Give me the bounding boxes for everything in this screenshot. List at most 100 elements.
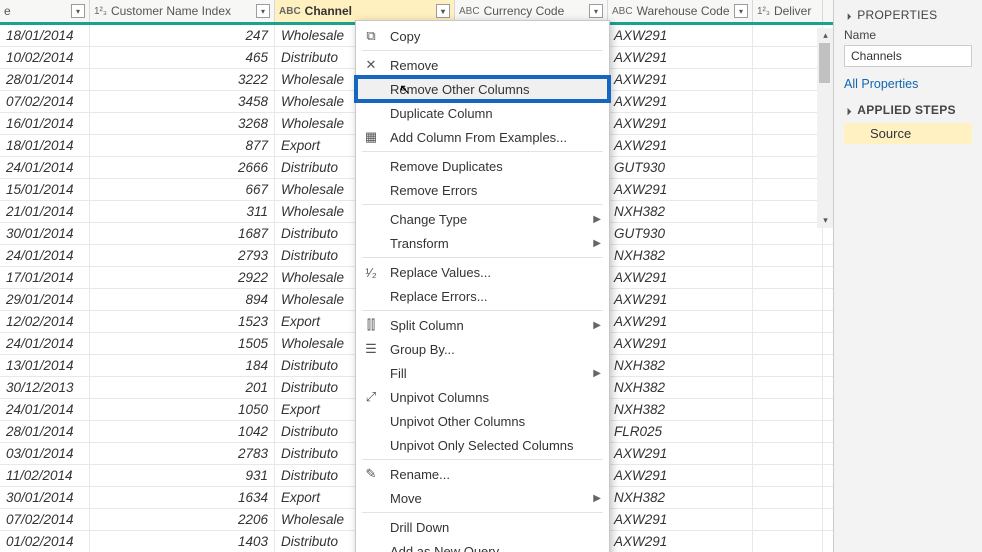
cell-deliver[interactable] — [753, 333, 823, 354]
cell-customer-index[interactable]: 2206 — [90, 509, 275, 530]
cell-warehouse[interactable]: AXW291 — [608, 333, 753, 354]
all-properties-link[interactable]: All Properties — [844, 77, 972, 91]
menu-move[interactable]: Move ▶ — [356, 486, 609, 510]
cell-date[interactable]: 12/02/2014 — [0, 311, 90, 332]
cell-warehouse[interactable]: AXW291 — [608, 91, 753, 112]
cell-date[interactable]: 30/01/2014 — [0, 223, 90, 244]
cell-deliver[interactable] — [753, 355, 823, 376]
applied-steps-header[interactable]: APPLIED STEPS — [844, 103, 972, 117]
scrollbar-thumb[interactable] — [819, 43, 830, 83]
cell-date[interactable]: 28/01/2014 — [0, 69, 90, 90]
cell-warehouse[interactable]: FLR025 — [608, 421, 753, 442]
menu-remove-duplicates[interactable]: Remove Duplicates — [356, 154, 609, 178]
cell-warehouse[interactable]: AXW291 — [608, 289, 753, 310]
column-filter-dropdown[interactable]: ▾ — [71, 4, 85, 18]
cell-deliver[interactable] — [753, 289, 823, 310]
cell-warehouse[interactable]: AXW291 — [608, 443, 753, 464]
cell-date[interactable]: 15/01/2014 — [0, 179, 90, 200]
column-filter-dropdown[interactable]: ▾ — [436, 4, 450, 18]
column-header-deliver[interactable]: 1²₃ Deliver — [753, 0, 823, 22]
cell-deliver[interactable] — [753, 443, 823, 464]
properties-section-header[interactable]: PROPERTIES — [844, 8, 972, 22]
cell-deliver[interactable] — [753, 245, 823, 266]
column-filter-dropdown[interactable]: ▾ — [256, 4, 270, 18]
cell-warehouse[interactable]: NXH382 — [608, 377, 753, 398]
cell-warehouse[interactable]: AXW291 — [608, 47, 753, 68]
menu-add-as-new-query[interactable]: Add as New Query — [356, 539, 609, 552]
menu-fill[interactable]: Fill ▶ — [356, 361, 609, 385]
menu-unpivot-columns[interactable]: ⤢ Unpivot Columns — [356, 385, 609, 409]
cell-warehouse[interactable]: NXH382 — [608, 487, 753, 508]
cell-date[interactable]: 29/01/2014 — [0, 289, 90, 310]
cell-date[interactable]: 16/01/2014 — [0, 113, 90, 134]
cell-customer-index[interactable]: 465 — [90, 47, 275, 68]
cell-deliver[interactable] — [753, 113, 823, 134]
cell-date[interactable]: 28/01/2014 — [0, 421, 90, 442]
cell-date[interactable]: 24/01/2014 — [0, 245, 90, 266]
column-header-date[interactable]: e ▾ — [0, 0, 90, 22]
cell-date[interactable]: 11/02/2014 — [0, 465, 90, 486]
column-header-channel[interactable]: ABC Channel ▾ — [275, 0, 455, 22]
column-filter-dropdown[interactable]: ▾ — [589, 4, 603, 18]
menu-unpivot-other-columns[interactable]: Unpivot Other Columns — [356, 409, 609, 433]
cell-warehouse[interactable]: AXW291 — [608, 179, 753, 200]
cell-customer-index[interactable]: 1523 — [90, 311, 275, 332]
cell-deliver[interactable] — [753, 201, 823, 222]
cell-deliver[interactable] — [753, 69, 823, 90]
cell-customer-index[interactable]: 1634 — [90, 487, 275, 508]
cell-warehouse[interactable]: AXW291 — [608, 69, 753, 90]
cell-deliver[interactable] — [753, 311, 823, 332]
cell-warehouse[interactable]: AXW291 — [608, 531, 753, 552]
cell-warehouse[interactable]: AXW291 — [608, 25, 753, 46]
cell-customer-index[interactable]: 877 — [90, 135, 275, 156]
scrollbar-track[interactable] — [817, 43, 834, 213]
cell-date[interactable]: 01/02/2014 — [0, 531, 90, 552]
menu-rename[interactable]: ✎ Rename... — [356, 462, 609, 486]
cell-date[interactable]: 07/02/2014 — [0, 91, 90, 112]
cell-customer-index[interactable]: 1042 — [90, 421, 275, 442]
menu-transform[interactable]: Transform ▶ — [356, 231, 609, 255]
menu-change-type[interactable]: Change Type ▶ — [356, 207, 609, 231]
cell-customer-index[interactable]: 931 — [90, 465, 275, 486]
cell-date[interactable]: 13/01/2014 — [0, 355, 90, 376]
cell-deliver[interactable] — [753, 267, 823, 288]
cell-customer-index[interactable]: 201 — [90, 377, 275, 398]
cell-deliver[interactable] — [753, 421, 823, 442]
cell-deliver[interactable] — [753, 47, 823, 68]
cell-deliver[interactable] — [753, 399, 823, 420]
column-header-currency[interactable]: ABC Currency Code ▾ — [455, 0, 608, 22]
cell-customer-index[interactable]: 1687 — [90, 223, 275, 244]
column-filter-dropdown[interactable]: ▾ — [734, 4, 748, 18]
cell-warehouse[interactable]: AXW291 — [608, 113, 753, 134]
cell-date[interactable]: 24/01/2014 — [0, 399, 90, 420]
cell-deliver[interactable] — [753, 531, 823, 552]
menu-group-by[interactable]: ☰ Group By... — [356, 337, 609, 361]
scroll-up-arrow-icon[interactable]: ▴ — [818, 28, 833, 43]
cell-date[interactable]: 18/01/2014 — [0, 25, 90, 46]
cell-date[interactable]: 24/01/2014 — [0, 157, 90, 178]
cell-customer-index[interactable]: 3458 — [90, 91, 275, 112]
cell-date[interactable]: 18/01/2014 — [0, 135, 90, 156]
cell-warehouse[interactable]: AXW291 — [608, 509, 753, 530]
cell-deliver[interactable] — [753, 487, 823, 508]
menu-replace-errors[interactable]: Replace Errors... — [356, 284, 609, 308]
cell-date[interactable]: 17/01/2014 — [0, 267, 90, 288]
cell-customer-index[interactable]: 184 — [90, 355, 275, 376]
cell-customer-index[interactable]: 2783 — [90, 443, 275, 464]
cell-date[interactable]: 30/12/2013 — [0, 377, 90, 398]
cell-warehouse[interactable]: NXH382 — [608, 399, 753, 420]
menu-unpivot-selected[interactable]: Unpivot Only Selected Columns — [356, 433, 609, 457]
cell-deliver[interactable] — [753, 179, 823, 200]
cell-customer-index[interactable]: 247 — [90, 25, 275, 46]
cell-deliver[interactable] — [753, 25, 823, 46]
cell-customer-index[interactable]: 311 — [90, 201, 275, 222]
cell-customer-index[interactable]: 2666 — [90, 157, 275, 178]
menu-drill-down[interactable]: Drill Down — [356, 515, 609, 539]
cell-deliver[interactable] — [753, 465, 823, 486]
cell-deliver[interactable] — [753, 91, 823, 112]
cell-deliver[interactable] — [753, 377, 823, 398]
applied-step-source[interactable]: Source — [844, 123, 972, 144]
cell-deliver[interactable] — [753, 135, 823, 156]
cell-date[interactable]: 10/02/2014 — [0, 47, 90, 68]
menu-add-column-from-examples[interactable]: ▦ Add Column From Examples... — [356, 125, 609, 149]
